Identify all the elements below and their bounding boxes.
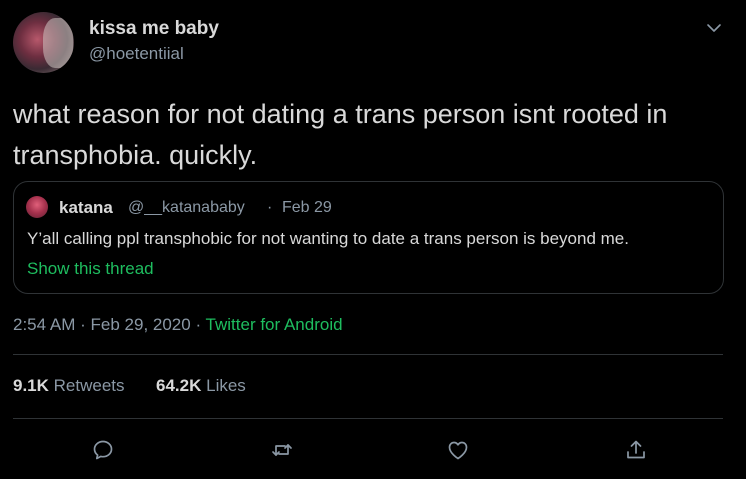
tweet-time[interactable]: 2:54 AM bbox=[13, 315, 75, 334]
author-handle[interactable]: @hoetentiial bbox=[89, 44, 184, 64]
quoted-avatar bbox=[26, 196, 48, 218]
share-button[interactable] bbox=[622, 436, 650, 464]
reply-button[interactable] bbox=[89, 436, 117, 464]
reply-icon bbox=[93, 440, 113, 460]
retweets-count: 9.1K bbox=[13, 376, 49, 395]
share-icon bbox=[627, 440, 645, 459]
divider-bottom bbox=[13, 418, 723, 419]
tweet-stats: 9.1K Retweets 64.2K Likes bbox=[13, 376, 246, 396]
quoted-author-name: katana bbox=[59, 198, 113, 217]
retweet-icon bbox=[272, 444, 292, 456]
tweet-meta: 2:54 AM · Feb 29, 2020 · Twitter for And… bbox=[13, 315, 343, 335]
author-avatar[interactable] bbox=[13, 12, 74, 73]
like-button[interactable] bbox=[444, 436, 472, 464]
chevron-down-icon bbox=[707, 24, 721, 32]
quoted-date: Feb 29 bbox=[282, 199, 332, 216]
author-display-name[interactable]: kissa me baby bbox=[89, 18, 219, 40]
quoted-tweet-card[interactable]: katana @__katanababy · Feb 29 Y’all call… bbox=[13, 181, 724, 294]
retweet-button[interactable] bbox=[268, 436, 296, 464]
quoted-text: Y’all calling ppl transphobic for not wa… bbox=[27, 229, 629, 248]
retweets-stat[interactable]: 9.1K Retweets bbox=[13, 376, 125, 395]
tweet-menu-button[interactable] bbox=[706, 20, 722, 36]
quoted-author-handle: @__katanababy bbox=[128, 199, 245, 216]
likes-count: 64.2K bbox=[156, 376, 202, 395]
divider-top bbox=[13, 354, 723, 355]
likes-label: Likes bbox=[206, 376, 246, 395]
tweet-date[interactable]: Feb 29, 2020 bbox=[91, 315, 191, 334]
like-icon bbox=[448, 441, 468, 460]
retweets-label: Retweets bbox=[53, 376, 125, 395]
meta-separator-1: · bbox=[80, 315, 86, 334]
quoted-separator: · bbox=[267, 199, 273, 216]
meta-separator-2: · bbox=[195, 315, 202, 334]
tweet-text: what reason for not dating a trans perso… bbox=[13, 99, 668, 170]
likes-stat[interactable]: 64.2K Likes bbox=[156, 376, 246, 395]
tweet-source[interactable]: Twitter for Android bbox=[206, 315, 343, 334]
show-thread-link[interactable]: Show this thread bbox=[27, 259, 154, 279]
